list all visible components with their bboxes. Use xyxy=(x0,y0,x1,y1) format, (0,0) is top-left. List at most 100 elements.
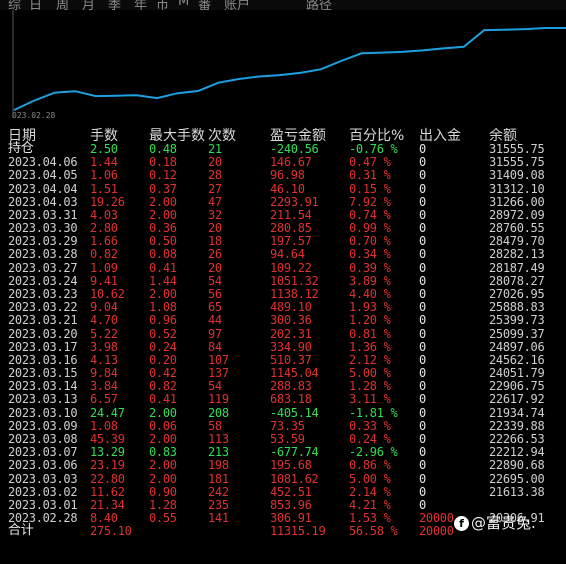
row-pnl: 510.37 xyxy=(270,353,312,367)
row-lots: 1.66 xyxy=(90,234,118,248)
row-balance: 31266.00 xyxy=(489,195,545,209)
row-max-lots: 0.52 xyxy=(149,327,177,341)
row-max-lots: 2.00 xyxy=(149,208,177,222)
row-pnl: 452.51 xyxy=(270,485,312,499)
row-count: 18 xyxy=(208,234,222,248)
row-lots: 19.26 xyxy=(90,195,125,209)
row-max-lots: 1.08 xyxy=(149,300,177,314)
row-max-lots: 0.20 xyxy=(149,353,177,367)
row-date: 2023.03.10 xyxy=(8,406,78,420)
daily-report-table: 日期 手数 最大手数 次数 盈亏金额 百分比% 出入金 余额 持仓 2.50 0.48 21 -240.… xyxy=(0,122,566,564)
row-flow: 0 xyxy=(419,155,426,169)
row-date: 2023.03.08 xyxy=(8,432,78,446)
row-max-lots: 0.08 xyxy=(149,247,177,261)
hold-count: 21 xyxy=(208,142,222,156)
row-lots: 4.13 xyxy=(90,353,118,367)
row-count: 26 xyxy=(208,247,222,261)
header-flow[interactable]: 出入金 xyxy=(419,125,461,144)
table-row: 2023.03.28 0.82 0.08 26 94.64 0.34 % 0 28282.13 xyxy=(0,247,566,261)
row-percent: 7.92 % xyxy=(349,195,391,209)
row-percent: 2.14 % xyxy=(349,485,391,499)
row-percent: 0.47 % xyxy=(349,155,391,169)
row-flow: 0 xyxy=(419,485,426,499)
total-flow: 20000 xyxy=(419,524,454,538)
row-lots: 3.84 xyxy=(90,379,118,393)
row-max-lots: 0.36 xyxy=(149,221,177,235)
row-date: 2023.03.06 xyxy=(8,458,78,472)
tab-2[interactable]: 周 xyxy=(56,0,69,10)
row-lots: 9.84 xyxy=(90,366,118,380)
row-count: 213 xyxy=(208,445,229,459)
equity-chart xyxy=(12,10,566,118)
header-lots[interactable]: 手数 xyxy=(90,125,118,144)
row-percent: 2.12 % xyxy=(349,353,391,367)
row-lots: 11.62 xyxy=(90,485,125,499)
row-date: 2023.03.29 xyxy=(8,234,78,248)
row-max-lots: 0.55 xyxy=(149,511,177,525)
row-flow: 0 xyxy=(419,379,426,393)
tab-10[interactable]: 路径 xyxy=(306,0,332,10)
row-pnl: -405.14 xyxy=(270,406,319,420)
row-balance: 31409.08 xyxy=(489,168,545,182)
row-date: 2023.04.03 xyxy=(8,195,78,209)
row-count: 137 xyxy=(208,366,229,380)
row-percent: 0.74 % xyxy=(349,208,391,222)
header-max-lots[interactable]: 最大手数 xyxy=(149,125,205,144)
row-max-lots: 1.28 xyxy=(149,498,177,512)
row-pnl: -677.74 xyxy=(270,445,319,459)
row-count: 44 xyxy=(208,313,222,327)
row-balance: 24051.79 xyxy=(489,366,545,380)
row-balance: 25399.73 xyxy=(489,313,545,327)
hold-percent: -0.76 % xyxy=(349,142,398,156)
row-flow: 0 xyxy=(419,261,426,275)
total-percent: 56.58 % xyxy=(349,524,398,538)
row-date: 2023.03.01 xyxy=(8,498,78,512)
tab-8[interactable]: 番 xyxy=(198,0,211,10)
tab-4[interactable]: 季 xyxy=(108,0,121,10)
row-pnl: 211.54 xyxy=(270,208,312,222)
row-balance: 31312.10 xyxy=(489,182,545,196)
row-percent: 0.31 % xyxy=(349,168,391,182)
row-date: 2023.03.09 xyxy=(8,419,78,433)
row-percent: 0.15 % xyxy=(349,182,391,196)
row-pnl: 306.91 xyxy=(270,511,312,525)
tab-9[interactable]: 账户 xyxy=(224,0,250,10)
row-count: 58 xyxy=(208,419,222,433)
row-max-lots: 2.00 xyxy=(149,287,177,301)
tab-0[interactable]: 综 xyxy=(8,0,21,10)
row-flow: 0 xyxy=(419,419,426,433)
row-flow: 0 xyxy=(419,195,426,209)
row-count: 56 xyxy=(208,287,222,301)
row-flow: 20000 xyxy=(419,511,454,525)
row-count: 54 xyxy=(208,274,222,288)
row-date: 2023.03.24 xyxy=(8,274,78,288)
row-flow: 0 xyxy=(419,366,426,380)
row-balance: 28187.49 xyxy=(489,261,545,275)
header-percent[interactable]: 百分比% xyxy=(349,125,404,144)
header-balance[interactable]: 余额 xyxy=(489,125,517,144)
tab-1[interactable]: 日 xyxy=(29,0,42,10)
tab-3[interactable]: 月 xyxy=(82,0,95,10)
row-pnl: 53.59 xyxy=(270,432,305,446)
tab-7[interactable]: M xyxy=(178,0,189,9)
header-count[interactable]: 次数 xyxy=(208,125,236,144)
row-flow: 0 xyxy=(419,221,426,235)
row-percent: 0.70 % xyxy=(349,234,391,248)
row-max-lots: 0.83 xyxy=(149,445,177,459)
row-pnl: 109.22 xyxy=(270,261,312,275)
row-flow: 0 xyxy=(419,327,426,341)
row-count: 84 xyxy=(208,340,222,354)
tab-6[interactable]: 币 xyxy=(156,0,169,10)
row-balance: 22617.92 xyxy=(489,392,545,406)
row-pnl: 46.10 xyxy=(270,182,305,196)
row-pnl: 334.90 xyxy=(270,340,312,354)
header-pnl[interactable]: 盈亏金额 xyxy=(270,125,326,144)
row-lots: 1.06 xyxy=(90,168,118,182)
row-pnl: 195.68 xyxy=(270,458,312,472)
row-balance: 21934.74 xyxy=(489,406,545,420)
tab-5[interactable]: 年 xyxy=(134,0,147,10)
row-pnl: 1081.62 xyxy=(270,472,319,486)
row-balance: 28282.13 xyxy=(489,247,545,261)
row-percent: 4.40 % xyxy=(349,287,391,301)
row-pnl: 1145.04 xyxy=(270,366,319,380)
